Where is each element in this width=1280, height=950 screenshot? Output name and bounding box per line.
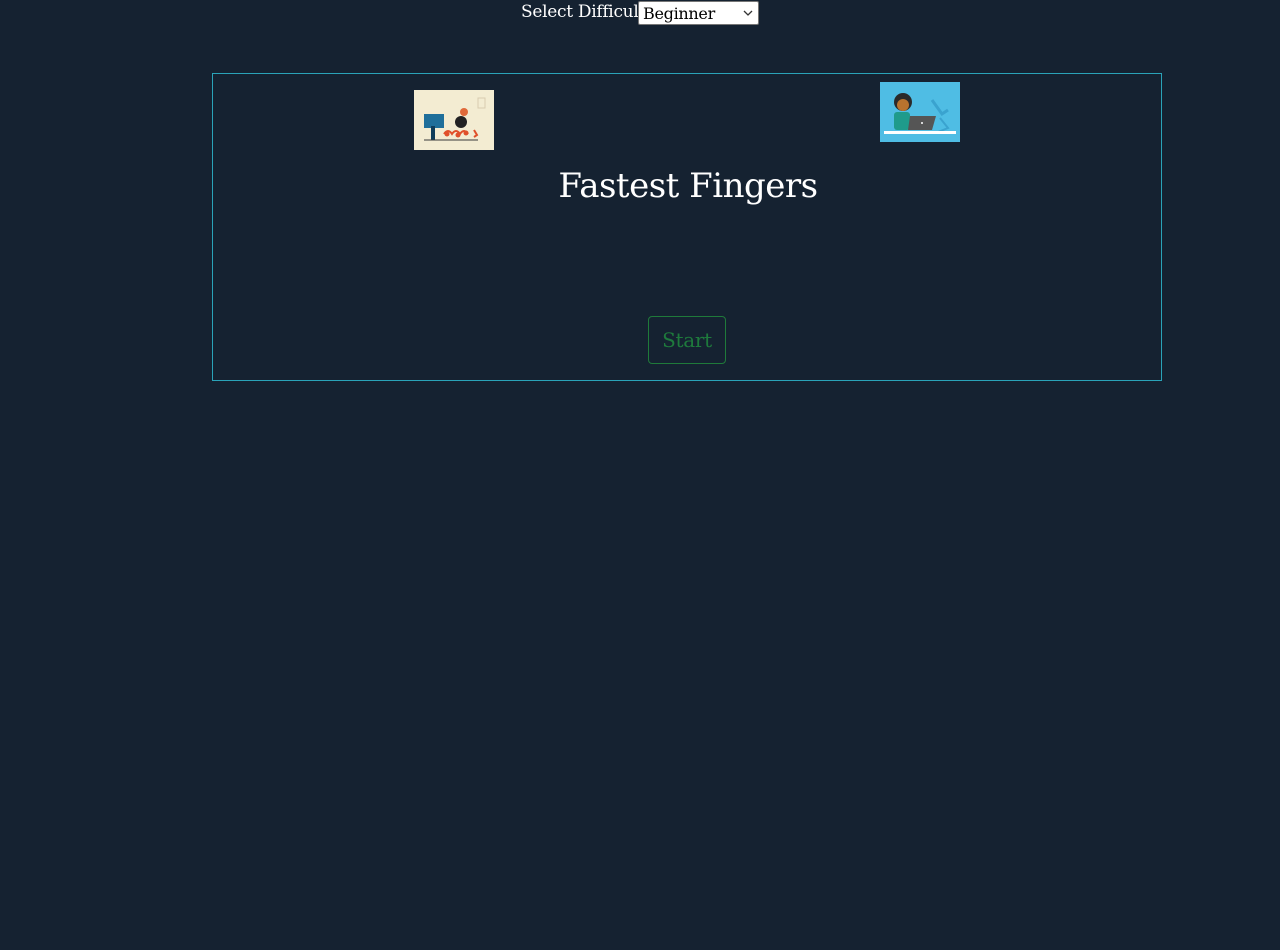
difficulty-select[interactable]: Beginner [638, 1, 759, 25]
page-title: Fastest Fingers [558, 166, 818, 206]
game-panel: Fastest Fingers Start [212, 73, 1162, 381]
top-bar: Select Difficulty Beginner [0, 0, 1280, 26]
start-button[interactable]: Start [648, 316, 726, 364]
difficulty-label: Select Difficulty [521, 2, 655, 22]
person-with-laptop-illustration [880, 82, 960, 142]
difficulty-select-value: Beginner [643, 4, 715, 23]
chevron-down-icon [743, 10, 753, 16]
person-at-desk-illustration [414, 90, 494, 150]
